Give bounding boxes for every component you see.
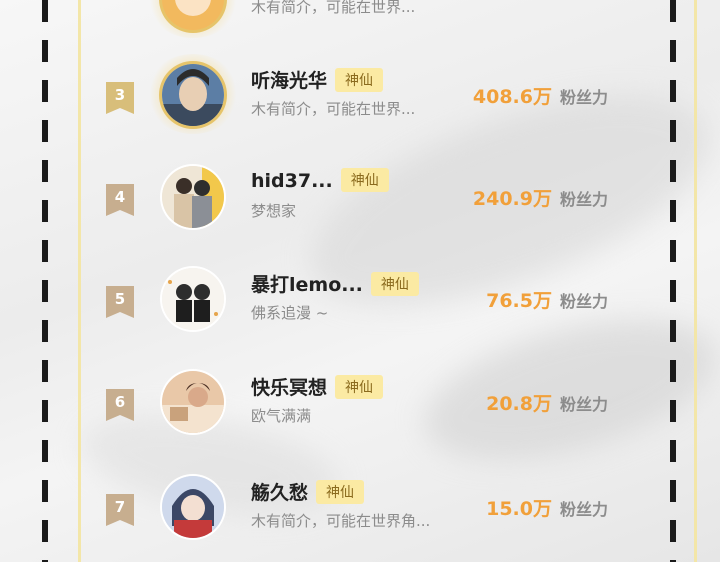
avatar-image [162, 268, 224, 330]
user-name[interactable]: 暴打lemo... 神仙 [251, 270, 419, 297]
user-name[interactable]: 听海光华 神仙 [251, 66, 384, 93]
user-name-text: 快乐冥想 [251, 377, 328, 399]
avatar-image [162, 371, 224, 433]
level-tag: 神仙 [340, 168, 389, 192]
rank-badge: 6 [106, 389, 134, 421]
level-tag: 神仙 [335, 68, 384, 92]
fan-count: 408.6万 [472, 86, 552, 108]
user-bio: 木有简介，可能在世界... [251, 100, 416, 118]
user-bio: 梦想家 [251, 202, 297, 220]
user-name-text: 听海光华 [251, 70, 328, 92]
list-item[interactable]: 5 暴打lemo... 神仙 佛系追漫 ~ 76.5万 粉丝力 [96, 268, 656, 348]
user-bio: 欧气满满 [251, 407, 312, 425]
fan-count-label: 粉丝力 [560, 88, 609, 107]
user-name-text: 暴打lemo... [251, 274, 363, 296]
avatar-image [162, 476, 224, 538]
fan-count-label: 粉丝力 [560, 395, 609, 414]
list-item[interactable]: 6 快乐冥想 神仙 欧气满满 20.8万 粉丝力 [96, 371, 656, 451]
fan-count-label: 粉丝力 [560, 190, 609, 209]
level-tag: 神仙 [370, 272, 419, 296]
user-bio: 木有简介，可能在世界... [251, 0, 416, 16]
rank-badge: 5 [106, 286, 134, 318]
fan-count-label: 粉丝力 [560, 500, 609, 519]
avatar[interactable] [162, 166, 224, 228]
rank-badge: 4 [106, 184, 134, 216]
user-name[interactable]: hid37... 神仙 [251, 168, 389, 192]
fan-count: 76.5万 [486, 290, 552, 312]
fan-count: 240.9万 [472, 188, 552, 210]
dashed-border-right [670, 0, 676, 562]
user-name-text: 觞久愁 [251, 482, 309, 504]
avatar[interactable] [162, 371, 224, 433]
gold-border-right [694, 0, 697, 562]
fan-count: 20.8万 [486, 393, 552, 415]
avatar-image [162, 64, 224, 126]
user-bio: 佛系追漫 ~ [251, 304, 329, 322]
rank-badge: 7 [106, 494, 134, 526]
rank-badge: 3 [106, 82, 134, 114]
list-item-partial[interactable]: 木有简介，可能在世界... [96, 0, 656, 48]
user-bio: 木有简介，可能在世界角... [251, 512, 431, 530]
avatar[interactable] [162, 268, 224, 330]
user-name-text: hid37... [251, 170, 333, 192]
avatar-image [162, 166, 224, 228]
user-name[interactable]: 快乐冥想 神仙 [251, 373, 384, 400]
user-name[interactable]: 觞久愁 神仙 [251, 478, 365, 505]
avatar[interactable] [162, 64, 224, 126]
avatar[interactable] [162, 476, 224, 538]
list-item[interactable]: 3 听海光华 神仙 木有简介，可能在世界... 408.6万 粉丝力 [96, 54, 656, 144]
list-item[interactable]: 7 觞久愁 神仙 木有简介，可能在世界角... 15.0万 粉丝力 [96, 476, 656, 556]
fan-count: 15.0万 [486, 498, 552, 520]
gold-border-left [78, 0, 81, 562]
fan-count-label: 粉丝力 [560, 292, 609, 311]
dashed-border-left [42, 0, 48, 562]
list-item[interactable]: 4 hid37... 神仙 梦想家 240.9万 粉丝力 [96, 166, 656, 246]
level-tag: 神仙 [335, 375, 384, 399]
level-tag: 神仙 [316, 480, 365, 504]
